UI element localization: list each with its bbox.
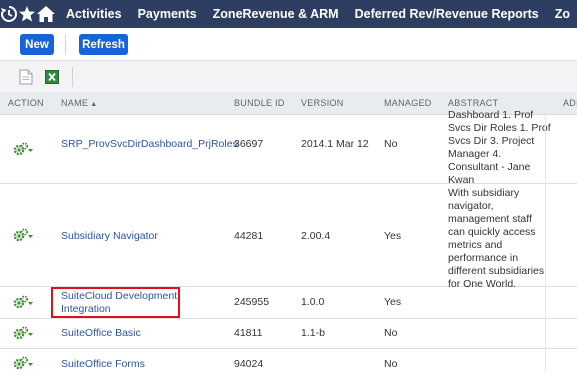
bundle-id: 41811 [234, 327, 263, 339]
column-header-action: ACTION [8, 98, 44, 108]
table-row: SuiteOffice Basic 41811 1.1-b No [0, 319, 577, 349]
nav-activities[interactable]: Activities [58, 0, 130, 28]
home-icon[interactable] [36, 0, 56, 28]
star-icon[interactable] [18, 0, 36, 28]
button-divider [65, 34, 66, 55]
bundle-abstract: Dashboard 1. Prof Svcs Dir Roles 1. Prof… [448, 109, 566, 187]
icon-toolbar [0, 60, 577, 93]
highlight-box [51, 287, 180, 318]
abstract-line: With subsidiary [448, 187, 520, 199]
document-icon[interactable] [19, 69, 33, 85]
bundle-version: 2.00.4 [301, 230, 331, 242]
abstract-line: Svcs Dir Roles 1. Prof [448, 122, 551, 134]
bundle-managed: Yes [384, 296, 402, 308]
bundle-managed: No [384, 358, 398, 370]
column-header-name-label: NAME [61, 98, 89, 108]
abstract-line: Consultant - Jane [448, 161, 531, 173]
bundle-abstract: With subsidiary navigator, management st… [448, 187, 566, 291]
refresh-button[interactable]: Refresh [79, 34, 128, 55]
nav-payments[interactable]: Payments [130, 0, 205, 28]
column-header-name[interactable]: NAME ▲ [61, 92, 97, 116]
bundle-managed: No [384, 138, 398, 150]
gear-action-icon[interactable] [13, 295, 35, 309]
bundle-id: 94024 [234, 358, 264, 370]
nav-overflow-item[interactable]: Zo [547, 0, 577, 28]
bundle-name-link[interactable]: SuiteOffice Forms [61, 358, 145, 370]
sort-ascending-icon: ▲ [90, 101, 98, 108]
bundle-id: 44281 [234, 230, 264, 242]
bundle-name-link[interactable]: SuiteOffice Basic [61, 327, 141, 339]
abstract-line: Manager 4. [448, 148, 502, 160]
button-bar: New Refresh [0, 28, 577, 60]
abstract-line: Svcs Dir 3. Project [448, 135, 535, 147]
column-header-bundle-id[interactable]: BUNDLE ID [234, 92, 285, 114]
table-row: SuiteOffice Forms 94024 No [0, 349, 577, 372]
top-navigation-bar: Activities Payments ZoneRevenue & ARM De… [0, 0, 577, 28]
abstract-line: performance in [448, 252, 519, 264]
column-header-version[interactable]: VERSION [301, 92, 344, 114]
new-button[interactable]: New [20, 34, 54, 55]
bundle-id: 36697 [234, 138, 264, 150]
bundle-version: 1.1-b [301, 327, 325, 339]
export-excel-icon[interactable] [45, 69, 59, 85]
toolbar-divider [72, 67, 73, 87]
bundle-name-link[interactable]: SRP_ProvSvcDirDashboard_PrjRoles [61, 138, 238, 150]
nav-deferred-rev-reports[interactable]: Deferred Rev/Revenue Reports [347, 0, 547, 28]
abstract-line: can quickly access [448, 226, 536, 238]
recent-history-icon[interactable] [0, 0, 18, 28]
bundle-version: 2014.1 Mar 12 [301, 138, 369, 150]
gear-action-icon[interactable] [13, 142, 35, 156]
gear-action-icon[interactable] [13, 356, 35, 370]
bundle-managed: Yes [384, 230, 402, 242]
bundle-name-link[interactable]: Subsidiary Navigator [61, 230, 158, 242]
abstract-line: management staff [448, 213, 532, 225]
bundle-id: 245955 [234, 296, 270, 308]
gear-action-icon[interactable] [13, 228, 35, 242]
column-divider [545, 114, 546, 372]
bundle-version: 1.0.0 [301, 296, 325, 308]
abstract-line: metrics and [448, 239, 503, 251]
nav-zonerevenue-arm[interactable]: ZoneRevenue & ARM [205, 0, 347, 28]
bundle-managed: No [384, 327, 398, 339]
abstract-line: Dashboard 1. Prof [448, 109, 534, 121]
table-row: SRP_ProvSvcDirDashboard_PrjRoles 36697 2… [0, 109, 577, 186]
gear-action-icon[interactable] [13, 326, 35, 340]
table-row: Subsidiary Navigator 44281 2.00.4 Yes Wi… [0, 184, 577, 290]
abstract-line: navigator, [448, 200, 494, 212]
abstract-line: different subsidiaries [448, 265, 545, 277]
column-header-managed[interactable]: MANAGED [384, 92, 432, 114]
